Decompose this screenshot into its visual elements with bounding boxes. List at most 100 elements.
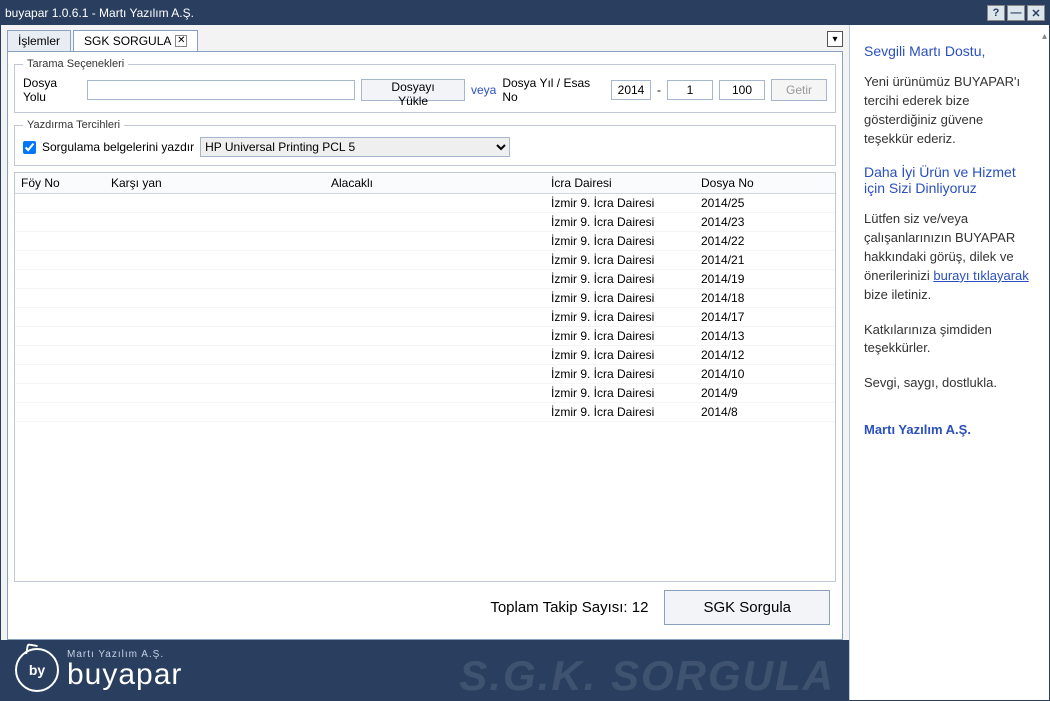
table-header-row: Föy No Karşı yan Alacaklı İcra Dairesi D… xyxy=(15,173,835,194)
close-button[interactable]: ✕ xyxy=(1027,5,1045,21)
print-docs-checkbox[interactable] xyxy=(23,141,36,154)
tab-sgk-sorgula[interactable]: SGK SORGULA ✕ xyxy=(73,30,198,51)
brand-name: buyapar xyxy=(67,660,182,690)
dosya-yukle-button[interactable]: Dosyayı Yükle xyxy=(361,79,465,101)
table-row[interactable]: İzmir 9. İcra Dairesi2014/19 xyxy=(15,270,835,289)
col-karsi[interactable]: Karşı yan xyxy=(105,173,325,194)
veya-label: veya xyxy=(471,83,496,97)
cell-karsi xyxy=(105,365,325,384)
cell-dosya: 2014/17 xyxy=(695,308,835,327)
cell-icra: İzmir 9. İcra Dairesi xyxy=(545,270,695,289)
col-dosya[interactable]: Dosya No xyxy=(695,173,835,194)
cell-icra: İzmir 9. İcra Dairesi xyxy=(545,251,695,270)
cell-alacak xyxy=(325,327,545,346)
side-signature: Martı Yazılım A.Ş. xyxy=(864,421,1035,440)
cell-foy xyxy=(15,194,105,213)
side-heading-1: Sevgili Martı Dostu, xyxy=(864,43,1035,59)
dash-label: - xyxy=(657,83,661,97)
getir-button[interactable]: Getir xyxy=(771,79,827,101)
table-row[interactable]: İzmir 9. İcra Dairesi2014/12 xyxy=(15,346,835,365)
cell-alacak xyxy=(325,213,545,232)
side-para-2: Lütfen siz ve/veya çalışanlarınızın BUYA… xyxy=(864,210,1035,304)
print-prefs-group: Yazdırma Tercihleri Sorgulama belgelerin… xyxy=(14,119,836,166)
close-icon[interactable]: ✕ xyxy=(175,35,187,47)
help-button[interactable]: ? xyxy=(987,5,1005,21)
results-table-wrap: Föy No Karşı yan Alacaklı İcra Dairesi D… xyxy=(14,172,836,582)
cell-foy xyxy=(15,232,105,251)
logo: by Martı Yazılım A.Ş. buyapar xyxy=(15,648,182,692)
cell-karsi xyxy=(105,403,325,422)
app-window: buyapar 1.0.6.1 - Martı Yazılım A.Ş. ? —… xyxy=(0,0,1050,701)
table-row[interactable]: İzmir 9. İcra Dairesi2014/25 xyxy=(15,194,835,213)
minimize-button[interactable]: — xyxy=(1007,5,1025,21)
cell-foy xyxy=(15,403,105,422)
cell-foy xyxy=(15,270,105,289)
table-row[interactable]: İzmir 9. İcra Dairesi2014/21 xyxy=(15,251,835,270)
scroll-up-icon[interactable]: ▴ xyxy=(1042,31,1047,42)
end-input[interactable] xyxy=(719,80,765,100)
cell-karsi xyxy=(105,194,325,213)
titlebar: buyapar 1.0.6.1 - Martı Yazılım A.Ş. ? —… xyxy=(1,1,1049,25)
cell-foy xyxy=(15,346,105,365)
cell-foy xyxy=(15,251,105,270)
cell-karsi xyxy=(105,327,325,346)
logo-badge-icon: by xyxy=(15,648,59,692)
side-para-3: Katkılarınıza şimdiden teşekkürler. xyxy=(864,321,1035,359)
col-foy[interactable]: Föy No xyxy=(15,173,105,194)
cell-alacak xyxy=(325,251,545,270)
brand-bar: by Martı Yazılım A.Ş. buyapar S.G.K. SOR… xyxy=(1,640,849,700)
cell-alacak xyxy=(325,232,545,251)
tabs-bar: İşlemler SGK SORGULA ✕ ▾ xyxy=(1,25,849,51)
cell-karsi xyxy=(105,270,325,289)
dosya-yolu-input[interactable] xyxy=(87,80,355,100)
year-input[interactable] xyxy=(611,80,651,100)
col-icra[interactable]: İcra Dairesi xyxy=(545,173,695,194)
table-row[interactable]: İzmir 9. İcra Dairesi2014/23 xyxy=(15,213,835,232)
table-row[interactable]: İzmir 9. İcra Dairesi2014/8 xyxy=(15,403,835,422)
table-row[interactable]: İzmir 9. İcra Dairesi2014/13 xyxy=(15,327,835,346)
cell-foy xyxy=(15,365,105,384)
cell-alacak xyxy=(325,365,545,384)
cell-alacak xyxy=(325,384,545,403)
sgk-sorgula-button[interactable]: SGK Sorgula xyxy=(664,590,830,625)
side-para-1: Yeni ürünümüz BUYAPAR'ı tercihi ederek b… xyxy=(864,73,1035,148)
side-para-4: Sevgi, saygı, dostlukla. xyxy=(864,374,1035,393)
cell-icra: İzmir 9. İcra Dairesi xyxy=(545,194,695,213)
cell-dosya: 2014/9 xyxy=(695,384,835,403)
table-row[interactable]: İzmir 9. İcra Dairesi2014/22 xyxy=(15,232,835,251)
cell-foy xyxy=(15,213,105,232)
cell-alacak xyxy=(325,194,545,213)
cell-karsi xyxy=(105,213,325,232)
cell-dosya: 2014/22 xyxy=(695,232,835,251)
table-row[interactable]: İzmir 9. İcra Dairesi2014/10 xyxy=(15,365,835,384)
tab-panel-sgk: Tarama Seçenekleri Dosya Yolu Dosyayı Yü… xyxy=(7,51,843,640)
window-title: buyapar 1.0.6.1 - Martı Yazılım A.Ş. xyxy=(5,6,985,20)
cell-icra: İzmir 9. İcra Dairesi xyxy=(545,403,695,422)
scan-legend: Tarama Seçenekleri xyxy=(23,58,128,70)
cell-icra: İzmir 9. İcra Dairesi xyxy=(545,213,695,232)
tabs-dropdown-button[interactable]: ▾ xyxy=(827,31,843,47)
cell-karsi xyxy=(105,289,325,308)
cell-karsi xyxy=(105,232,325,251)
cell-dosya: 2014/19 xyxy=(695,270,835,289)
feedback-link[interactable]: burayı tıklayarak xyxy=(933,268,1028,283)
print-docs-label: Sorgulama belgelerini yazdır xyxy=(42,140,194,154)
cell-dosya: 2014/10 xyxy=(695,365,835,384)
cell-alacak xyxy=(325,289,545,308)
cell-alacak xyxy=(325,403,545,422)
cell-dosya: 2014/21 xyxy=(695,251,835,270)
printer-select[interactable]: HP Universal Printing PCL 5 xyxy=(200,137,510,157)
cell-dosya: 2014/12 xyxy=(695,346,835,365)
results-table: Föy No Karşı yan Alacaklı İcra Dairesi D… xyxy=(15,173,835,422)
table-row[interactable]: İzmir 9. İcra Dairesi2014/9 xyxy=(15,384,835,403)
cell-alacak xyxy=(325,308,545,327)
table-row[interactable]: İzmir 9. İcra Dairesi2014/17 xyxy=(15,308,835,327)
side-panel: ▴ Sevgili Martı Dostu, Yeni ürünümüz BUY… xyxy=(849,25,1049,700)
table-row[interactable]: İzmir 9. İcra Dairesi2014/18 xyxy=(15,289,835,308)
start-input[interactable] xyxy=(667,80,713,100)
cell-icra: İzmir 9. İcra Dairesi xyxy=(545,365,695,384)
main-column: İşlemler SGK SORGULA ✕ ▾ Tarama Seçenekl… xyxy=(1,25,849,700)
cell-dosya: 2014/18 xyxy=(695,289,835,308)
col-alacak[interactable]: Alacaklı xyxy=(325,173,545,194)
tab-islemler[interactable]: İşlemler xyxy=(7,30,71,51)
